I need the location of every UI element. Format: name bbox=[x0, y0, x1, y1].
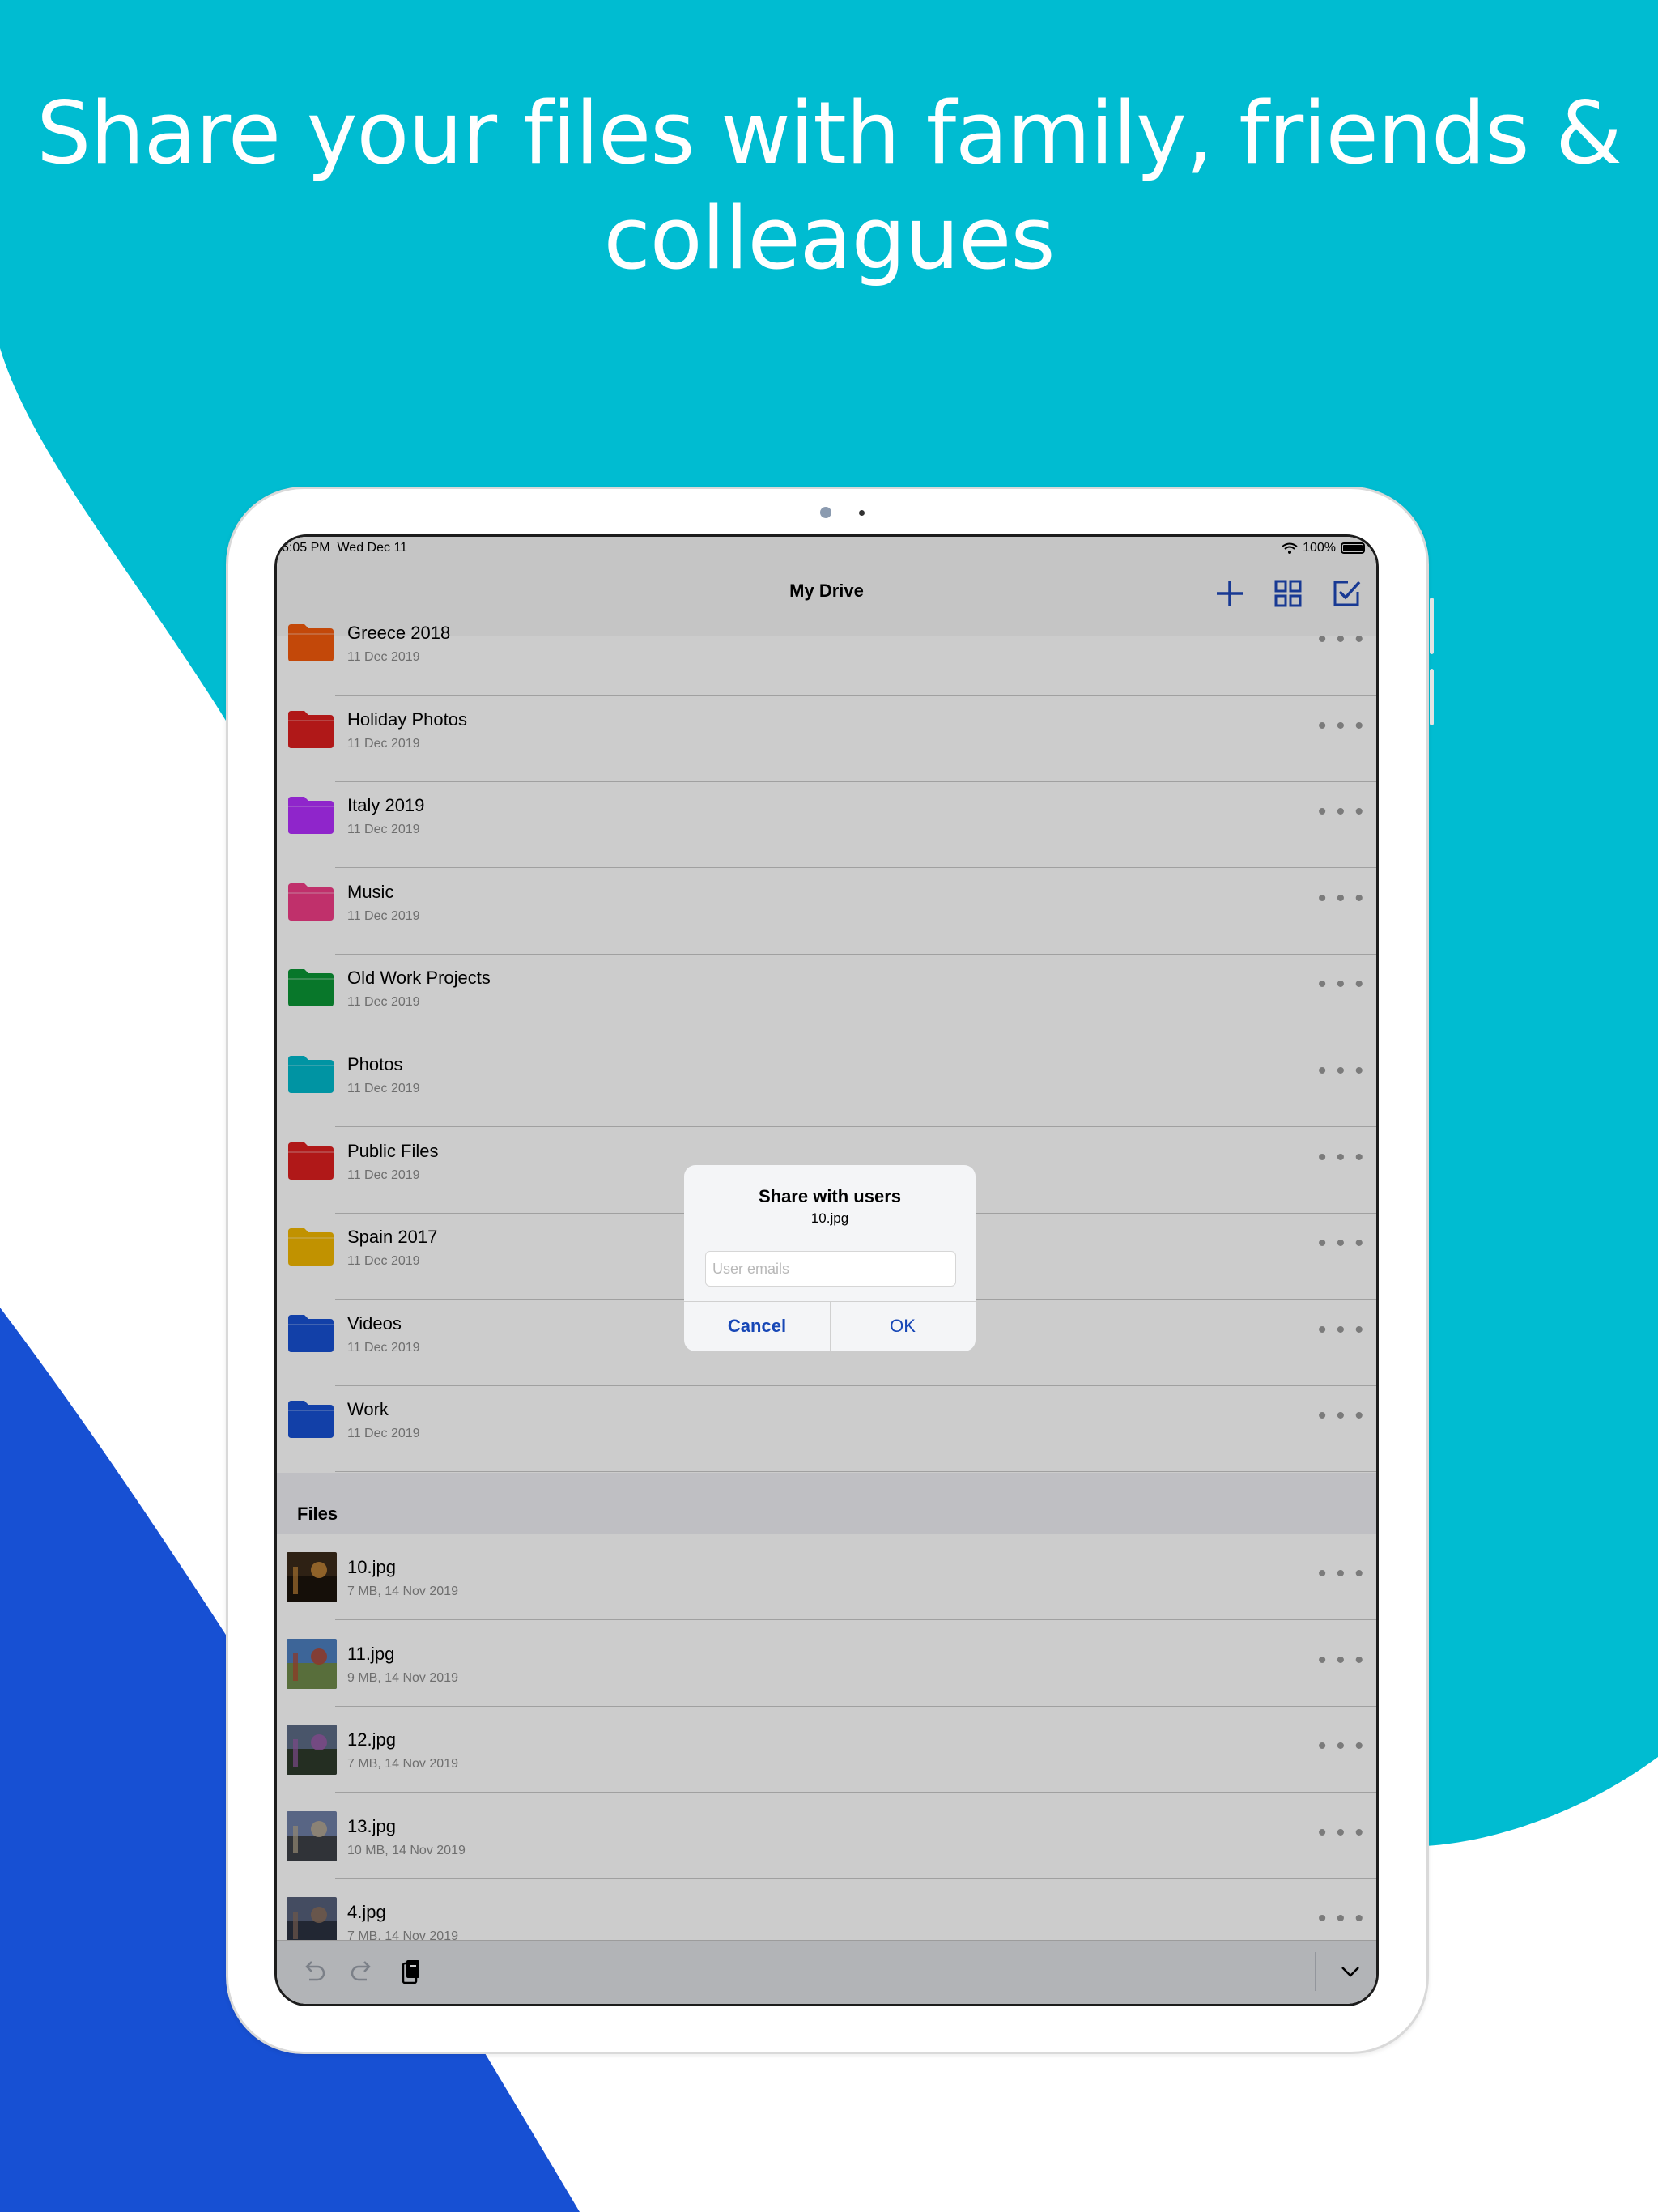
ok-button[interactable]: OK bbox=[830, 1301, 976, 1351]
sensor-dot bbox=[859, 510, 865, 516]
app-screen: 6:05 PM Wed Dec 11 100% My Drive Greece … bbox=[274, 534, 1379, 2006]
dialog-title: Share with users bbox=[758, 1186, 902, 1206]
volume-up-button bbox=[1430, 598, 1434, 654]
camera-icon bbox=[820, 507, 831, 518]
headline-line-1: Share your files with family, friends & bbox=[36, 83, 1622, 183]
user-emails-input[interactable] bbox=[705, 1251, 956, 1287]
volume-down-button bbox=[1430, 669, 1434, 725]
dialog-subtitle: 10.jpg bbox=[810, 1210, 849, 1226]
share-dialog: Share with users 10.jpg Cancel OK bbox=[684, 1165, 976, 1351]
cancel-button[interactable]: Cancel bbox=[684, 1301, 830, 1351]
headline-line-2: colleagues bbox=[603, 189, 1055, 288]
headline: Share your files with family, friends & … bbox=[0, 81, 1658, 291]
